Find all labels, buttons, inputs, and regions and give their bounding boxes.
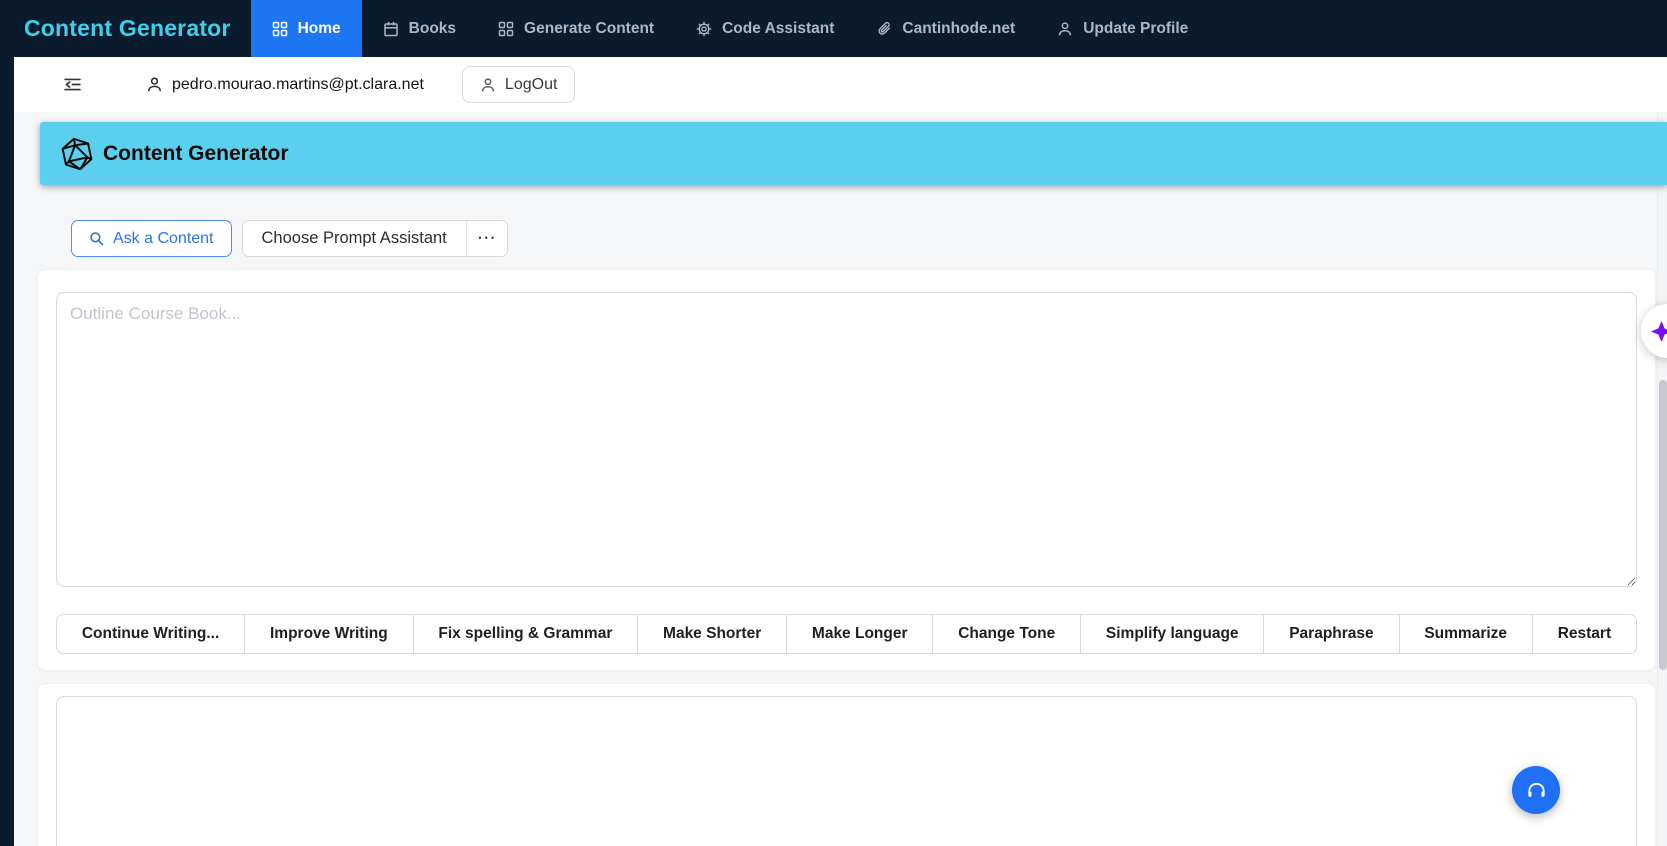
search-icon <box>89 231 104 246</box>
menu-fold-icon <box>63 75 82 94</box>
top-navbar: Content Generator Home Books Generate Co… <box>0 0 1667 57</box>
user-icon <box>146 76 163 93</box>
collapsed-sidebar <box>0 57 14 846</box>
page-title: Content Generator <box>103 141 289 165</box>
nav-label: Home <box>297 19 341 37</box>
grid-icon <box>498 21 514 37</box>
output-card <box>37 683 1656 846</box>
simplify-language-button[interactable]: Simplify language <box>1081 614 1265 654</box>
more-options-button[interactable]: ⋯ <box>465 221 507 256</box>
writing-actions-group: Continue Writing... Improve Writing Fix … <box>56 614 1637 654</box>
page-content: Content Generator Ask a Content Choose P… <box>14 122 1667 846</box>
polyhedron-icon <box>56 132 99 175</box>
paraphrase-button[interactable]: Paraphrase <box>1264 614 1400 654</box>
user-icon <box>480 77 496 93</box>
nav-label: Update Profile <box>1083 19 1189 37</box>
sparkle-icon <box>1650 320 1667 343</box>
user-icon <box>1057 21 1073 37</box>
summarize-button[interactable]: Summarize <box>1399 614 1533 654</box>
main-nav: Home Books Generate Content Code Assista… <box>250 0 1210 57</box>
prompt-toolbar: Ask a Content Choose Prompt Assistant ⋯ <box>71 220 1667 257</box>
continue-writing-button[interactable]: Continue Writing... <box>56 614 246 654</box>
choose-prompt-assistant-button[interactable]: Choose Prompt Assistant <box>243 221 466 256</box>
app-brand: Content Generator <box>24 15 231 41</box>
logout-label: LogOut <box>504 75 558 93</box>
content-editor-textarea[interactable] <box>56 292 1637 587</box>
nav-item-cantinhode-net[interactable]: Cantinhode.net <box>855 0 1036 57</box>
generated-content-panel <box>56 696 1637 846</box>
make-shorter-button[interactable]: Make Shorter <box>638 614 788 654</box>
editor-card: Continue Writing... Improve Writing Fix … <box>37 269 1656 671</box>
paperclip-icon <box>876 21 892 37</box>
headphones-icon <box>1525 779 1548 802</box>
user-bar: pedro.mourao.martins@pt.clara.net LogOut <box>14 57 1667 112</box>
nav-item-books[interactable]: Books <box>362 0 477 57</box>
improve-writing-button[interactable]: Improve Writing <box>245 614 414 654</box>
user-email: pedro.mourao.martins@pt.clara.net <box>146 76 424 94</box>
gear-icon <box>696 21 712 37</box>
nav-item-home[interactable]: Home <box>250 0 362 57</box>
user-email-text: pedro.mourao.martins@pt.clara.net <box>172 75 424 93</box>
nav-label: Books <box>408 19 457 37</box>
ask-content-label: Ask a Content <box>113 229 214 247</box>
calendar-icon <box>383 21 399 37</box>
menu-fold-button[interactable] <box>63 75 82 94</box>
logout-button[interactable]: LogOut <box>461 66 576 103</box>
make-longer-button[interactable]: Make Longer <box>787 614 934 654</box>
nav-label: Cantinhode.net <box>902 19 1016 37</box>
nav-item-generate-content[interactable]: Generate Content <box>477 0 675 57</box>
support-headphones-button[interactable] <box>1512 766 1560 814</box>
nav-item-update-profile[interactable]: Update Profile <box>1036 0 1209 57</box>
grid-icon <box>272 21 288 37</box>
choose-prompt-group: Choose Prompt Assistant ⋯ <box>241 220 508 257</box>
ask-content-button[interactable]: Ask a Content <box>71 220 232 257</box>
fix-spelling-grammar-button[interactable]: Fix spelling & Grammar <box>413 614 639 654</box>
change-tone-button[interactable]: Change Tone <box>933 614 1082 654</box>
nav-label: Code Assistant <box>722 19 835 37</box>
nav-label: Generate Content <box>524 19 655 37</box>
restart-button[interactable]: Restart <box>1532 614 1637 654</box>
nav-item-code-assistant[interactable]: Code Assistant <box>675 0 855 57</box>
page-header-banner: Content Generator <box>40 122 1667 185</box>
